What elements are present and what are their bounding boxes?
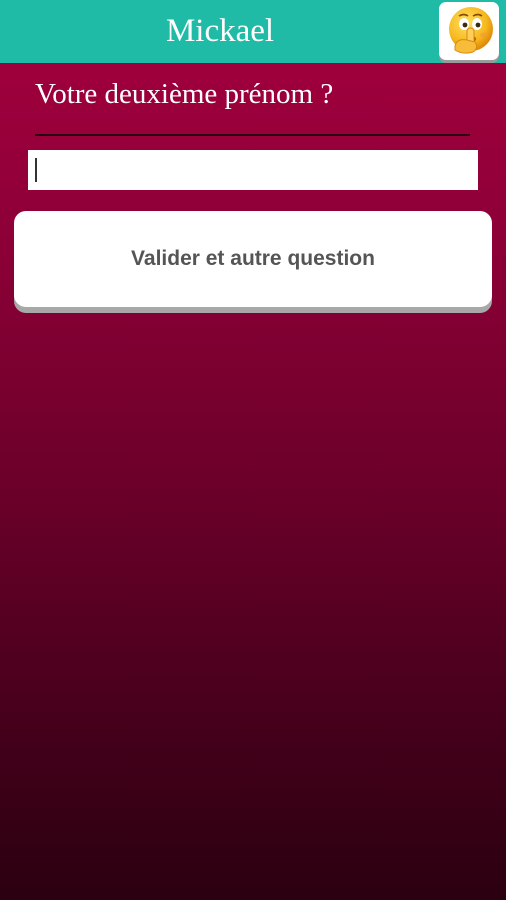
page-title: Mickael — [165, 13, 275, 49]
submit-button[interactable]: Valider et autre question — [14, 211, 492, 307]
shushing-face-icon — [449, 7, 493, 54]
answer-input[interactable] — [28, 150, 478, 190]
question-label: Votre deuxième prénom ? — [35, 78, 334, 110]
text-caret — [35, 158, 37, 182]
emoji-button[interactable] — [439, 2, 499, 60]
top-bar: Mickael — [0, 0, 506, 63]
divider — [35, 134, 470, 136]
